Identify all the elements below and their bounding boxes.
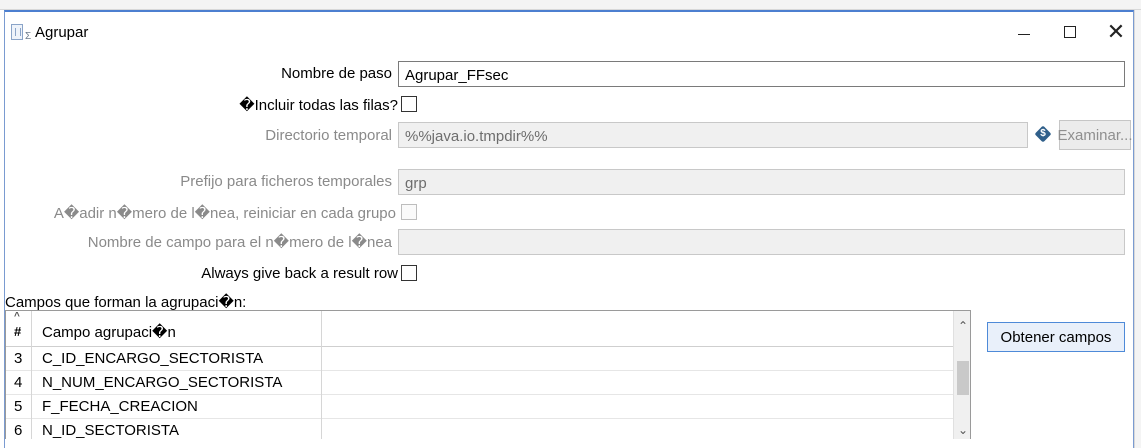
maximize-icon: [1064, 26, 1076, 38]
column-header-num-label: #: [14, 324, 22, 339]
row-number: 6: [6, 419, 32, 439]
maximize-button[interactable]: [1047, 12, 1093, 52]
column-header-num[interactable]: ^ #: [6, 311, 32, 347]
always-result-row-label: Always give back a result row: [201, 265, 398, 282]
temp-dir-label: Directorio temporal: [265, 127, 392, 144]
title-bar[interactable]: Σ Agrupar ✕: [5, 12, 1133, 52]
include-all-rows-label: �Incluir todas las filas?: [239, 97, 398, 114]
group-step-icon-badge: Σ: [25, 31, 32, 42]
line-number-field-input[interactable]: [398, 229, 1125, 255]
temp-prefix-label: Prefijo para ficheros temporales: [180, 173, 392, 190]
minimize-icon: [1018, 33, 1030, 35]
always-result-row-checkbox[interactable]: [401, 265, 417, 281]
table-row[interactable]: 6 N_ID_SECTORISTA: [6, 419, 953, 439]
scroll-thumb[interactable]: [957, 361, 969, 395]
table-row[interactable]: 3 C_ID_ENCARGO_SECTORISTA: [6, 347, 953, 371]
close-button[interactable]: ✕: [1093, 12, 1139, 52]
row-field[interactable]: C_ID_ENCARGO_SECTORISTA: [32, 347, 322, 371]
include-all-rows-checkbox[interactable]: [401, 96, 417, 112]
temp-dir-input[interactable]: %%java.io.tmpdir%%: [398, 122, 1028, 148]
window-title: Agrupar: [35, 24, 89, 41]
row-field[interactable]: N_NUM_ENCARGO_SECTORISTA: [32, 371, 322, 395]
line-number-field-label: Nombre de campo para el n�mero de l�nea: [87, 234, 392, 251]
sort-caret-icon: ^: [14, 311, 20, 322]
browse-button[interactable]: Examinar...: [1057, 120, 1133, 150]
group-step-icon: [11, 24, 23, 40]
variable-dollar-icon[interactable]: $: [1034, 125, 1052, 143]
minimize-button[interactable]: [1001, 12, 1047, 52]
table-row[interactable]: 4 N_NUM_ENCARGO_SECTORISTA: [6, 371, 953, 395]
group-fields-section-label: Campos que forman la agrupaci�n:: [5, 294, 247, 311]
step-name-label: Nombre de paso: [281, 65, 392, 82]
column-header-field[interactable]: Campo agrupaci�n: [32, 311, 322, 347]
add-line-number-label: A�adir n�mero de l�nea, reiniciar en cad…: [53, 205, 396, 222]
dollar-glyph: $: [1040, 128, 1046, 139]
background-window-edge: [1134, 10, 1141, 448]
table-vertical-scrollbar[interactable]: ⌃ ⌄: [953, 311, 970, 439]
background-window-strip: [0, 0, 1141, 10]
get-fields-button[interactable]: Obtener campos: [987, 322, 1125, 352]
row-number: 4: [6, 371, 32, 395]
scroll-up-icon[interactable]: ⌃: [954, 311, 970, 341]
temp-prefix-input[interactable]: grp: [398, 169, 1125, 195]
agrupar-dialog: Σ Agrupar ✕ Nombre de paso Agrupar_FFsec…: [4, 10, 1134, 448]
row-number: 5: [6, 395, 32, 419]
row-number: 3: [6, 347, 32, 371]
add-line-number-checkbox[interactable]: [401, 204, 417, 220]
table-row[interactable]: 5 F_FECHA_CREACION: [6, 395, 953, 419]
close-icon: ✕: [1106, 19, 1126, 44]
row-field[interactable]: F_FECHA_CREACION: [32, 395, 322, 419]
group-fields-table: ^ # Campo agrupaci�n 3 C_ID_ENCARGO_SECT…: [5, 310, 971, 439]
page: Σ Agrupar ✕ Nombre de paso Agrupar_FFsec…: [0, 0, 1141, 448]
step-name-input[interactable]: Agrupar_FFsec: [398, 61, 1125, 87]
table-header: ^ # Campo agrupaci�n: [6, 311, 953, 347]
row-field[interactable]: N_ID_SECTORISTA: [32, 419, 322, 439]
scroll-down-icon[interactable]: ⌄: [954, 420, 970, 439]
